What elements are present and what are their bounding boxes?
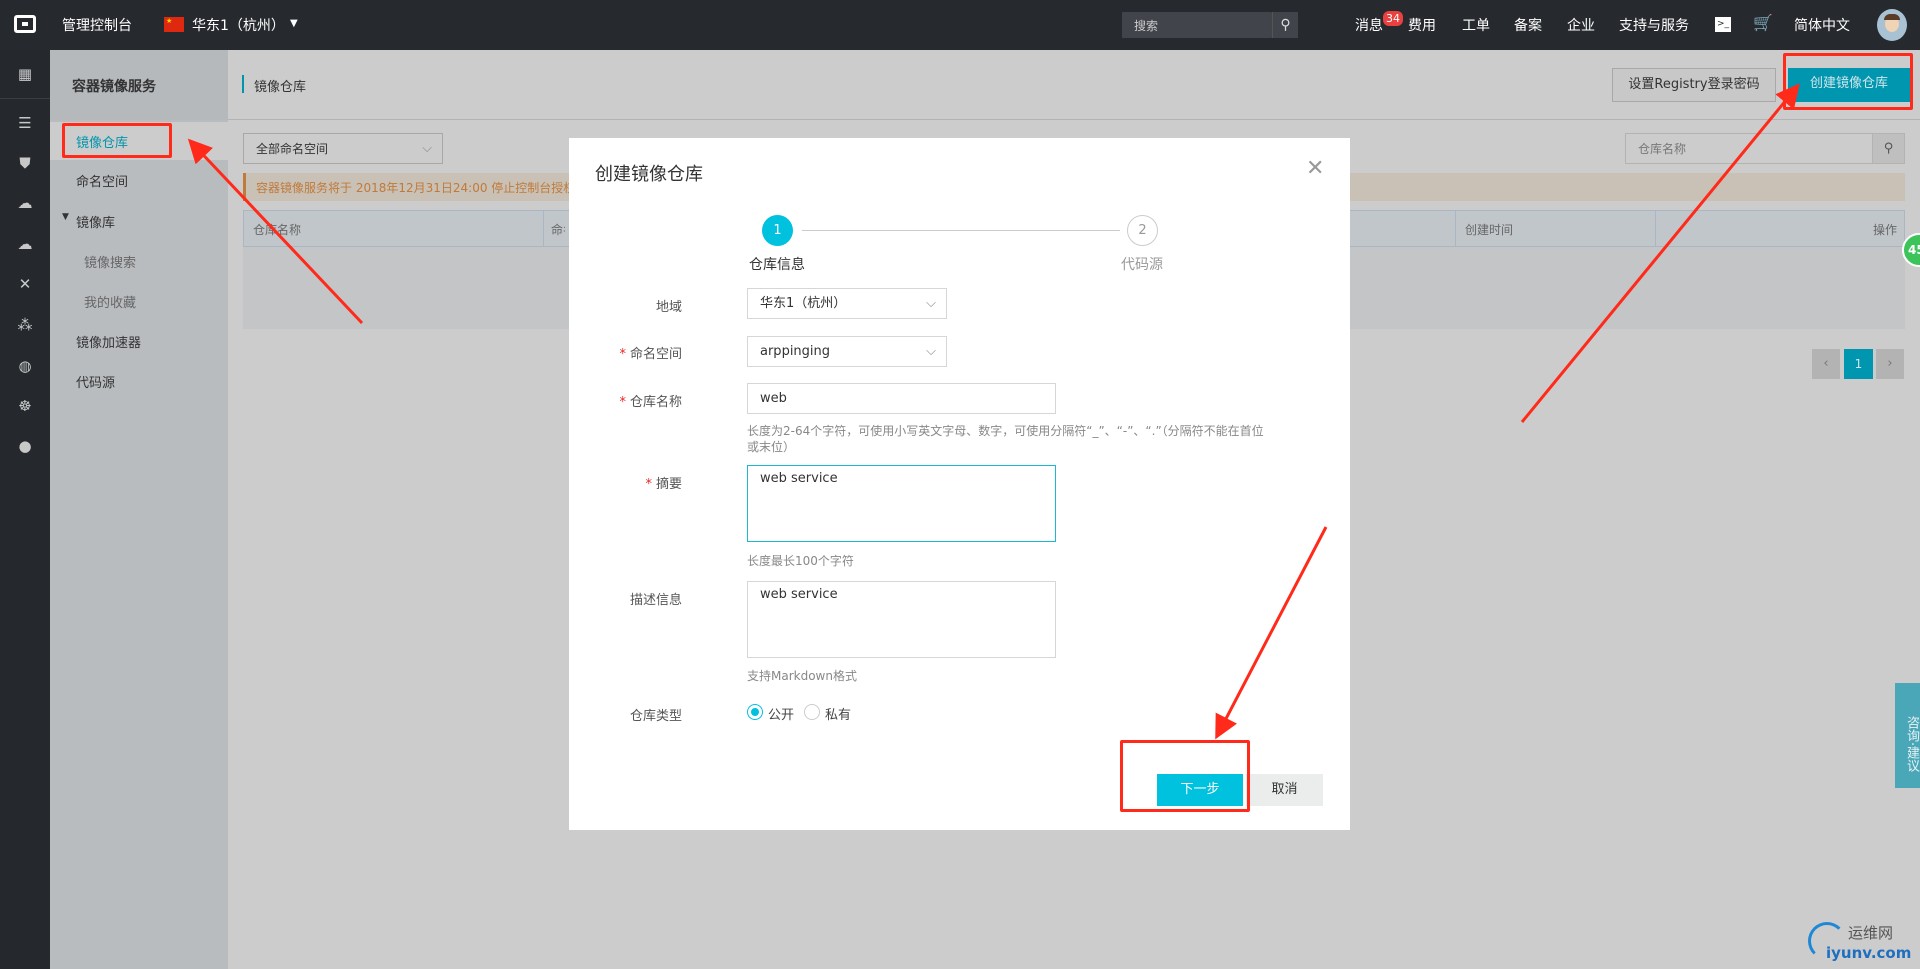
sidebar-item-image-library[interactable]: 镜像库	[76, 212, 115, 231]
nav-enterprise[interactable]: 企业	[1567, 15, 1595, 35]
feedback-tab[interactable]: 咨询·建议	[1895, 683, 1920, 788]
cancel-button[interactable]: 取消	[1246, 774, 1323, 806]
caret-down-icon[interactable]: ▼	[62, 212, 69, 222]
pagination-page[interactable]: 1	[1844, 349, 1873, 379]
cart-icon[interactable]: 🛒	[1753, 13, 1773, 32]
step-1-label: 仓库信息	[749, 257, 805, 273]
messages-link[interactable]: 消息	[1355, 15, 1383, 35]
aliyun-logo-icon[interactable]	[14, 15, 36, 33]
modal-title: 创建镜像仓库	[595, 164, 703, 185]
annotation-box-sidebar	[62, 123, 172, 158]
summary-textarea[interactable]: web service	[747, 465, 1056, 542]
terminal-icon[interactable]: >_	[1715, 17, 1731, 32]
region-value: 华东1（杭州）	[760, 296, 847, 311]
language-selector[interactable]: 简体中文	[1794, 15, 1850, 35]
breadcrumb-marker	[242, 75, 244, 93]
notice-text: 容器镜像服务将于 2018年12月31日24:00 停止控制台授权功	[256, 181, 588, 195]
radio-public[interactable]	[747, 704, 763, 720]
chevron-down-icon: ⌵	[926, 296, 936, 311]
cluster-icon[interactable]: ⁂	[15, 317, 35, 333]
namespace-label: * 命名空间	[619, 347, 682, 362]
step-connector	[802, 230, 1120, 231]
nav-fees[interactable]: 费用	[1408, 15, 1436, 35]
col-header-created: 创建时间	[1465, 223, 1514, 237]
annotation-box-next	[1120, 740, 1250, 812]
description-label: 描述信息	[629, 593, 682, 608]
namespace-filter-value: 全部命名空间	[256, 142, 329, 156]
server-icon[interactable]: ☰	[15, 115, 35, 131]
search-icon[interactable]: ⚲	[1272, 12, 1298, 38]
col-header-actions: 操作	[1872, 223, 1897, 237]
repo-name-hint: 长度为2-64个字符，可使用小写英文字母、数字，可使用分隔符“_”、“-”、“.…	[747, 424, 1264, 454]
cloud-upload-icon[interactable]: ☁	[15, 236, 35, 252]
namespace-filter-select[interactable]: 全部命名空间 ⌵	[243, 133, 443, 164]
pagination-prev[interactable]: ‹	[1812, 349, 1840, 379]
repo-name-label: * 仓库名称	[619, 395, 682, 410]
radio-private[interactable]	[804, 704, 820, 720]
header-divider	[228, 119, 1920, 120]
global-search-input[interactable]: 搜索	[1122, 12, 1272, 38]
user-avatar[interactable]	[1877, 9, 1907, 41]
circle-icon[interactable]: ●	[15, 438, 35, 454]
chevron-down-icon: ⌵	[926, 344, 936, 359]
sidebar-title: 容器镜像服务	[72, 79, 156, 95]
caret-down-icon[interactable]: ▼	[290, 18, 298, 29]
globe-icon[interactable]: ◍	[15, 358, 35, 374]
description-textarea[interactable]: web service	[747, 581, 1056, 658]
messages-badge: 34	[1383, 11, 1403, 26]
summary-hint: 长度最长100个字符	[747, 554, 854, 568]
sidebar-item-code-source[interactable]: 代码源	[76, 372, 115, 391]
step-2-circle: 2	[1127, 215, 1158, 246]
repo-search-input[interactable]: 仓库名称	[1625, 133, 1873, 164]
nav-icp[interactable]: 备案	[1514, 15, 1542, 35]
region-label: 地域	[655, 300, 682, 315]
radio-public-label[interactable]: 公开	[768, 704, 794, 723]
sidebar-item-image-search[interactable]: 镜像搜索	[84, 252, 136, 271]
sidebar-item-accelerator[interactable]: 镜像加速器	[76, 332, 141, 351]
top-navbar: 管理控制台 ★ 华东1（杭州） ▼ 搜索 ⚲ 消息 34 费用 工单 备案 企业…	[0, 0, 1920, 50]
cloud-icon[interactable]: ☁	[15, 195, 35, 211]
pagination-next[interactable]: ›	[1876, 349, 1904, 379]
shield-icon[interactable]: ⛊	[15, 155, 35, 171]
repo-type-label: 仓库类型	[629, 709, 682, 724]
service-sidebar: 容器镜像服务 镜像仓库 命名空间 ▼ 镜像库 镜像搜索 我的收藏 镜像加速器 代…	[50, 50, 228, 969]
region-select[interactable]: 华东1（杭州） ⌵	[747, 288, 947, 319]
repo-name-input[interactable]: web	[747, 383, 1056, 414]
china-flag-icon: ★	[164, 17, 184, 32]
summary-label: * 摘要	[645, 477, 682, 492]
repo-search-placeholder: 仓库名称	[1638, 142, 1687, 156]
step-1-circle: 1	[762, 215, 793, 246]
col-header-namespace: 命名	[551, 223, 565, 237]
annotation-box-create	[1783, 53, 1913, 110]
nav-tickets[interactable]: 工单	[1462, 15, 1490, 35]
breadcrumb: 镜像仓库	[254, 80, 307, 95]
namespace-select[interactable]: arppinging ⌵	[747, 336, 947, 367]
nav-support[interactable]: 支持与服务	[1619, 15, 1689, 35]
radio-private-label[interactable]: 私有	[825, 704, 851, 723]
docker-icon[interactable]: ☸	[15, 398, 35, 414]
description-hint: 支持Markdown格式	[747, 669, 857, 683]
col-header-repo-name: 仓库名称	[253, 223, 302, 237]
chevron-down-icon: ⌵	[422, 141, 432, 156]
namespace-value: arppinging	[760, 344, 831, 359]
watermark-logo: 运维网 iyunv.com	[1808, 920, 1918, 965]
network-icon[interactable]: ✕	[15, 276, 35, 292]
set-registry-password-button[interactable]: 设置Registry登录密码	[1612, 68, 1776, 102]
sidebar-item-favorites[interactable]: 我的收藏	[84, 292, 136, 311]
search-icon[interactable]: ⚲	[1872, 133, 1905, 164]
close-icon[interactable]: ✕	[1306, 156, 1324, 181]
grid-icon[interactable]: ▦	[15, 66, 35, 82]
console-title[interactable]: 管理控制台	[62, 15, 132, 35]
product-icon-rail: ▦ ☰ ⛊ ☁ ☁ ✕ ⁂ ◍ ☸ ●	[0, 50, 50, 969]
step-2-label: 代码源	[1121, 257, 1163, 273]
region-selector[interactable]: 华东1（杭州）	[192, 15, 285, 35]
sidebar-item-namespaces[interactable]: 命名空间	[76, 171, 128, 190]
